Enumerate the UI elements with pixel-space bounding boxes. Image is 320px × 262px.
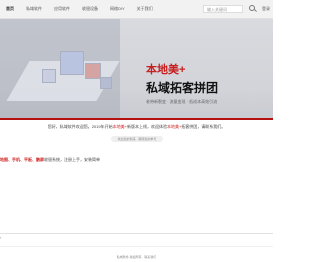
search-icon[interactable] (249, 5, 255, 11)
category-line: 地图、手机、平板、触屏收银系统，注册上手，安装简单 (0, 157, 100, 163)
accent-divider (0, 118, 273, 120)
nav-item-about[interactable]: 关于我们 (131, 0, 159, 18)
chevron-right-icon[interactable]: › (0, 235, 1, 240)
banner-brand: 本地美+ (146, 64, 186, 76)
footer-text: 私域软件 版权所有 · 联系我们 (116, 255, 157, 259)
category-highlight[interactable]: 地图、手机、平板、触屏 (0, 157, 44, 162)
banner-subtitle: 老带新裂变 · 流量变现 · 低成本高效引流 (146, 99, 218, 104)
nav-item-apps[interactable]: 应用软件 (48, 0, 76, 18)
main-nav: 首页 私域软件 应用软件 收银设备 网络DIY 关于我们 (0, 0, 159, 18)
welcome-notice: 您好，私域软件欢迎您。2019年开始本地美+新版本上线，欢迎体验本地美+拓客拼团… (0, 124, 273, 130)
isometric-box-illustration (85, 63, 101, 79)
nav-item-network-diy[interactable]: 网络DIY (104, 0, 131, 18)
banner-title: 私域拓客拼团 (146, 81, 219, 95)
isometric-box-illustration (100, 77, 112, 89)
hero-banner[interactable]: 本地美+ 私域拓客拼团 老带新裂变 · 流量变现 · 低成本高效引流 (0, 19, 273, 118)
nav-item-private-software[interactable]: 私域软件 (20, 0, 48, 18)
login-link[interactable]: 登录 (262, 0, 270, 18)
top-navigation-bar: 首页 私域软件 应用软件 收银设备 网络DIY 关于我们 输入关键词 登录 (0, 0, 273, 19)
welcome-tag: 欢迎您的到来 · 期待您的参与 (111, 136, 163, 142)
footer-divider (0, 246, 273, 247)
notice-prefix: 您好，私域软件欢迎您。2019年开始 (47, 124, 113, 129)
notice-middle: 新版本上线，欢迎体验 (126, 124, 167, 129)
nav-item-home[interactable]: 首页 (0, 0, 20, 18)
category-text: 收银系统，注册上手，安装简单 (44, 157, 100, 162)
notice-highlight[interactable]: 本地美+ (113, 124, 127, 129)
isometric-screen-illustration (60, 51, 84, 75)
notice-highlight[interactable]: 本地美+ (167, 124, 181, 129)
notice-suffix: 拓客拼团，请联系我们。 (181, 124, 226, 129)
search-input[interactable]: 输入关键词 (203, 5, 243, 13)
isometric-box-illustration (42, 69, 56, 83)
section-divider (0, 233, 273, 234)
nav-item-pos-devices[interactable]: 收银设备 (76, 0, 104, 18)
